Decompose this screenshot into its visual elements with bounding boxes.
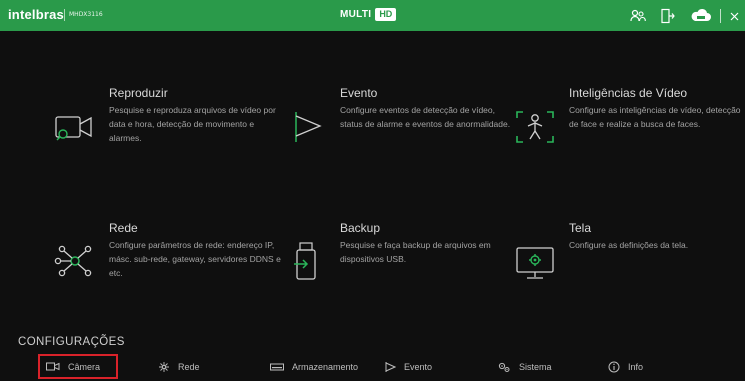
settings-network-button[interactable]: Rede <box>158 354 228 379</box>
settings-event-button[interactable]: Evento <box>384 354 464 379</box>
tile-description: Configure as inteligências de vídeo, det… <box>569 105 741 129</box>
tile-title: Evento <box>340 86 378 100</box>
settings-system-button[interactable]: Sistema <box>497 354 577 379</box>
brand-logo: intelbras <box>8 7 64 22</box>
settings-item-label: Info <box>628 361 644 372</box>
tile-title: Tela <box>569 221 592 235</box>
tile-title: Backup <box>340 221 381 235</box>
top-actions-divider <box>720 9 721 23</box>
settings-item-label: Sistema <box>519 361 552 372</box>
network-icon <box>53 239 97 283</box>
flag-icon <box>384 361 396 373</box>
tile-description: Pesquise e reproduza arquivos de vídeo p… <box>109 105 276 143</box>
tile-rede[interactable]: Rede Configure parâmetros de rede: ender… <box>53 221 281 311</box>
monitor-settings-icon <box>513 239 557 283</box>
settings-item-label: Câmera <box>68 361 101 372</box>
settings-info-button[interactable]: Info <box>608 354 668 379</box>
settings-camera-button[interactable]: Câmera <box>38 354 118 379</box>
camera-icon <box>46 362 60 371</box>
tile-backup[interactable]: Backup Pesquise e faça backup de arquivo… <box>284 221 504 311</box>
tile-description: Configure as definições da tela. <box>569 240 689 250</box>
settings-item-label: Armazenamento <box>292 361 359 372</box>
info-icon <box>608 361 620 373</box>
close-icon[interactable] <box>729 8 739 24</box>
hd-logo-badge: HD <box>375 8 397 21</box>
flag-icon <box>284 104 328 148</box>
multi-logo-text: MULTI <box>340 9 372 20</box>
camera-search-icon <box>53 104 97 148</box>
tile-description: Configure parâmetros de rede: endereço I… <box>109 240 281 278</box>
users-icon[interactable] <box>630 8 646 24</box>
storage-icon <box>270 362 284 371</box>
network-icon <box>158 361 170 373</box>
tile-reproduzir[interactable]: Reproduzir Pesquise e reproduza arquivos… <box>53 86 276 176</box>
person-detection-icon <box>513 104 557 148</box>
tile-inteligencias[interactable]: Inteligências de Vídeo Configure as inte… <box>513 86 741 176</box>
tile-tela[interactable]: Tela Configure as definições da tela. <box>513 221 733 311</box>
tile-evento[interactable]: Evento Configure eventos de detecção de … <box>284 86 510 176</box>
tile-description: Configure eventos de detecção de vídeo, … <box>340 105 511 129</box>
settings-storage-button[interactable]: Armazenamento <box>270 354 370 379</box>
multi-hd-logo: MULTI HD <box>340 8 397 21</box>
tile-title: Rede <box>109 221 138 235</box>
logout-icon[interactable] <box>660 8 676 24</box>
tile-title: Reproduzir <box>109 86 168 100</box>
device-model: MHDX3116 <box>69 11 103 18</box>
settings-section-title: CONFIGURAÇÕES <box>18 336 125 348</box>
settings-bar: Câmera Rede Armazenamento Evento Sistema… <box>0 354 745 381</box>
usb-backup-icon <box>284 239 328 283</box>
top-actions <box>630 6 745 26</box>
brand-divider <box>64 9 65 21</box>
gears-icon <box>497 361 511 373</box>
settings-item-label: Rede <box>178 361 200 372</box>
tile-description: Pesquise e faça backup de arquivos em di… <box>340 240 491 264</box>
cloud-icon[interactable] <box>690 8 712 24</box>
top-bar: intelbras MHDX3116 MULTI HD <box>0 0 745 31</box>
settings-item-label: Evento <box>404 361 433 372</box>
tile-title: Inteligências de Vídeo <box>569 86 688 100</box>
